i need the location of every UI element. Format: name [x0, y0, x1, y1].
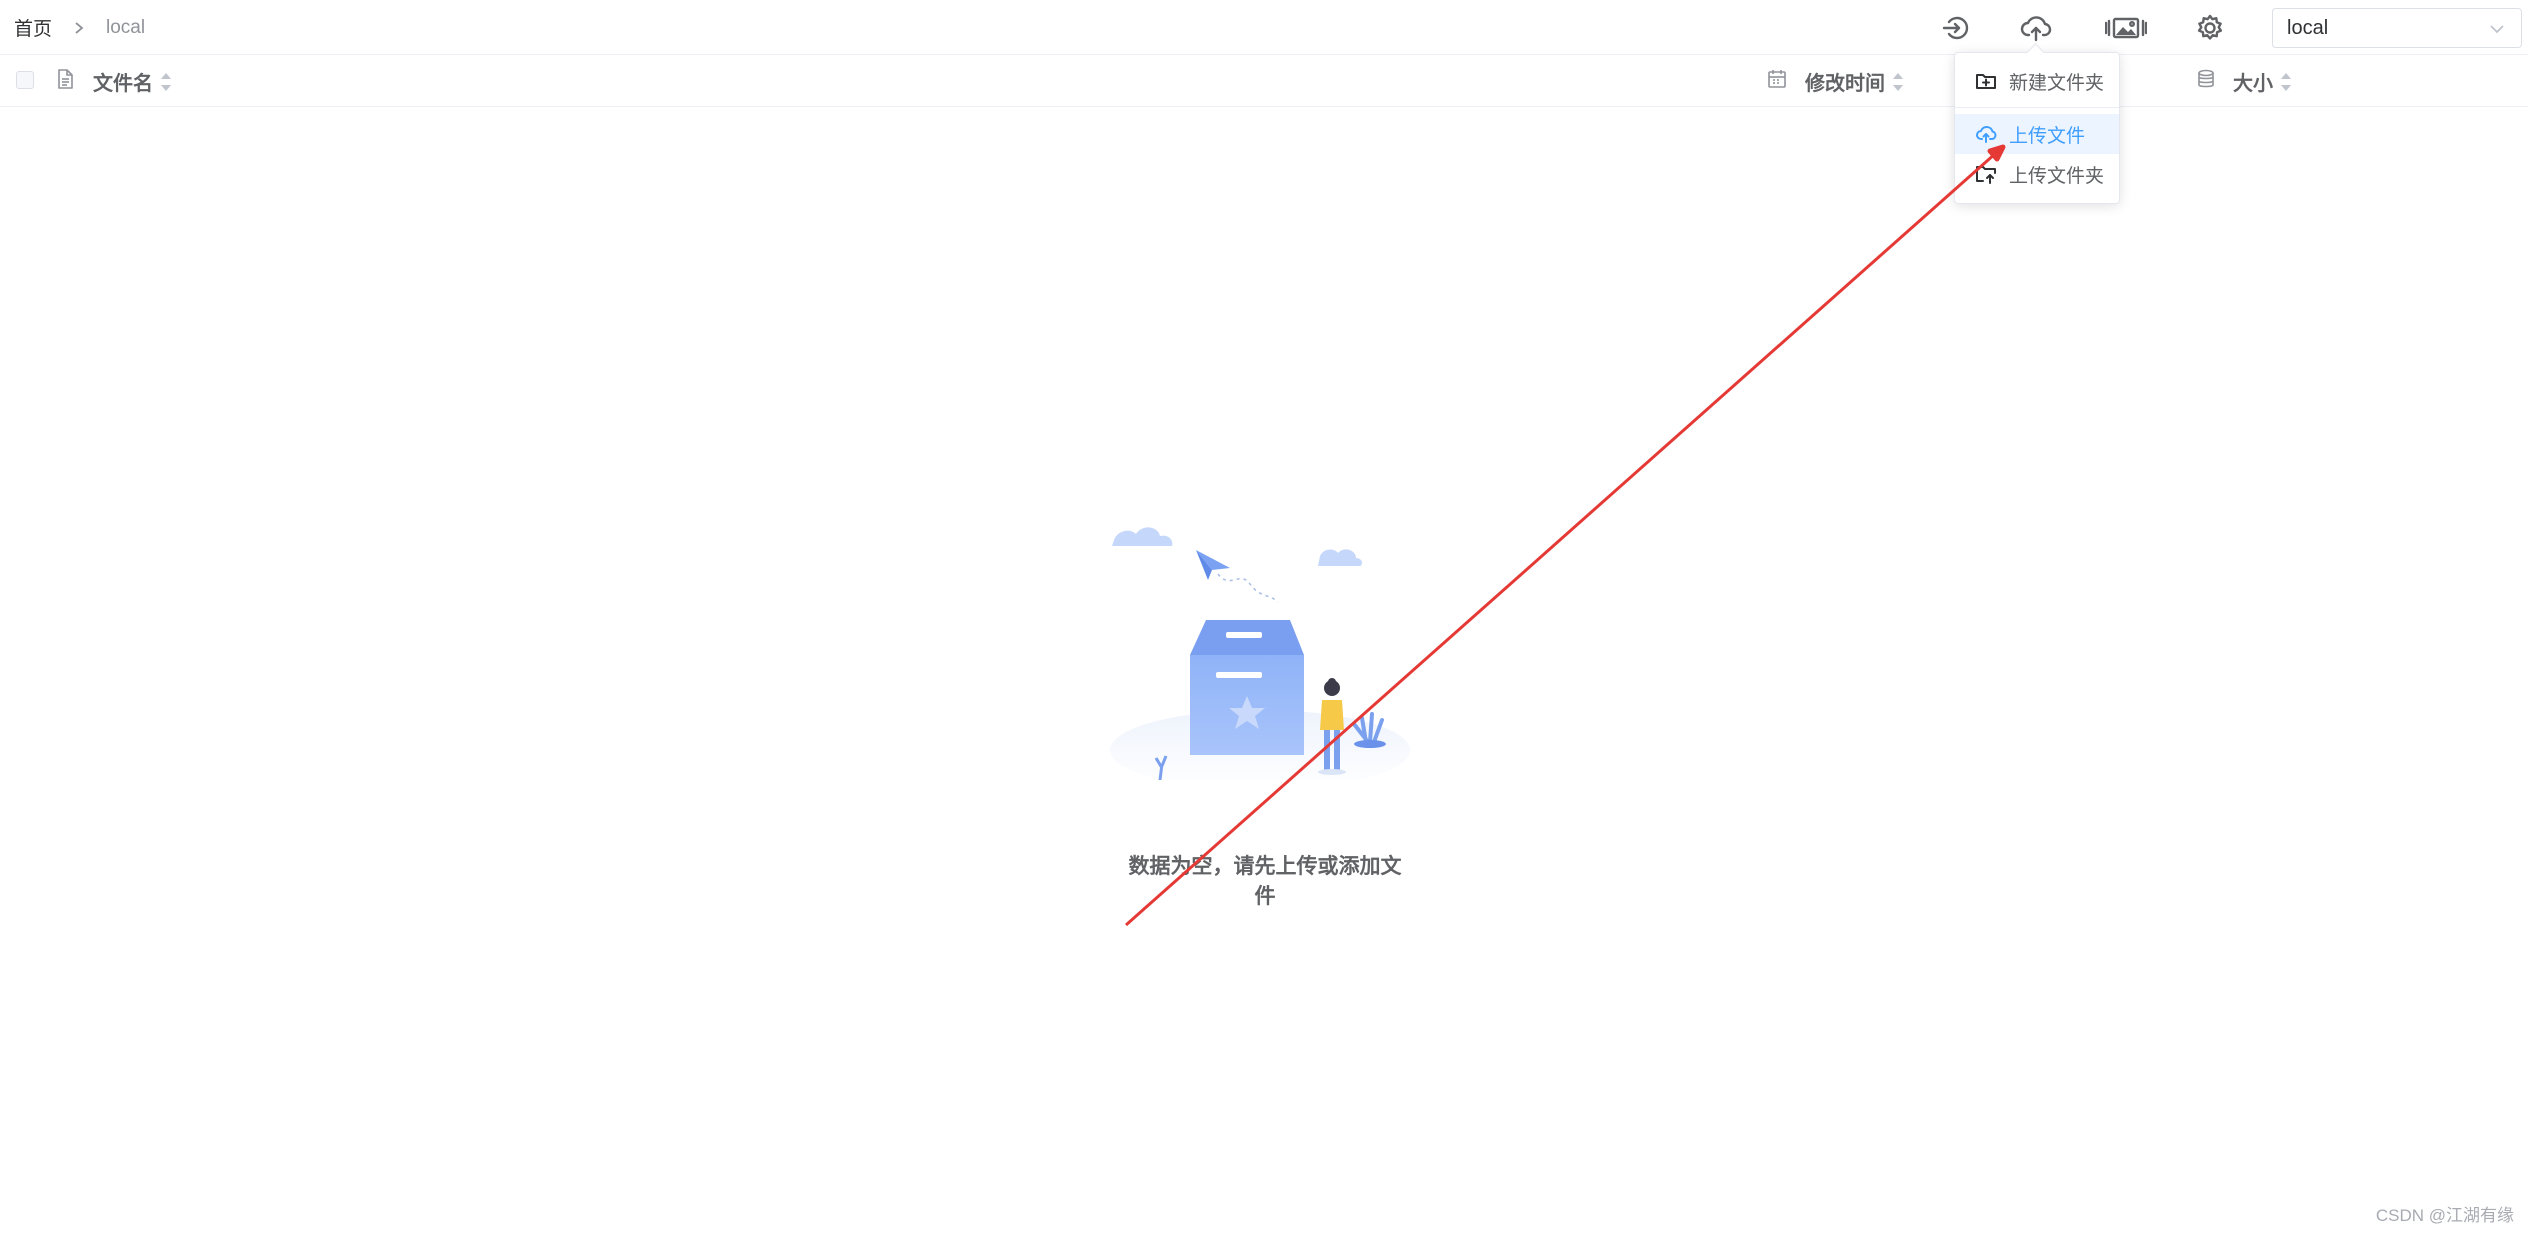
calendar-icon — [1766, 68, 1788, 90]
watermark: CSDN @江湖有缘 — [2375, 1206, 2514, 1225]
image-gallery-icon[interactable] — [2102, 8, 2150, 48]
column-modified-header[interactable]: 修改时间 — [1805, 67, 1905, 96]
chevron-right-icon — [68, 17, 90, 39]
upload-dropdown-menu: 新建文件夹 上传文件 上传文件夹 — [1954, 52, 2120, 204]
menu-item-label: 新建文件夹 — [2009, 72, 2105, 94]
folder-upload-icon — [1976, 166, 1996, 184]
sort-icon[interactable] — [1891, 71, 1905, 93]
menu-item-label: 上传文件夹 — [2009, 165, 2105, 187]
document-icon — [54, 68, 76, 90]
chevron-down-icon — [2487, 19, 2507, 39]
empty-state-message: 数据为空，请先上传或添加文件 — [1128, 855, 1402, 908]
menu-item-upload-folder[interactable]: 上传文件夹 — [1955, 154, 2119, 194]
gear-icon[interactable] — [2190, 8, 2230, 48]
storage-select-value: local — [2287, 16, 2329, 39]
breadcrumb: 首页 local — [14, 0, 145, 55]
cloud-upload-icon — [1976, 125, 1997, 143]
sort-icon[interactable] — [2279, 71, 2293, 93]
database-icon — [2195, 68, 2217, 90]
menu-divider — [1955, 107, 2119, 108]
storage-select[interactable]: local — [2272, 8, 2522, 48]
column-size-header[interactable]: 大小 — [2233, 67, 2293, 96]
column-modified-label: 修改时间 — [1805, 73, 1885, 95]
column-size-label: 大小 — [2233, 73, 2273, 95]
top-bar: 首页 local local — [0, 0, 2528, 55]
menu-item-upload-file[interactable]: 上传文件 — [1955, 114, 2119, 154]
file-table-header: 文件名 修改时间 大小 — [0, 55, 2528, 107]
column-name-header[interactable]: 文件名 — [93, 67, 173, 96]
folder-add-icon — [1976, 74, 1996, 89]
column-name-label: 文件名 — [93, 73, 153, 95]
cloud-upload-icon[interactable] — [2016, 8, 2056, 48]
breadcrumb-current: local — [106, 16, 146, 38]
select-all-checkbox[interactable] — [16, 71, 34, 89]
menu-item-new-folder[interactable]: 新建文件夹 — [1955, 61, 2119, 101]
empty-box-illustration — [1110, 527, 1410, 780]
breadcrumb-home[interactable]: 首页 — [14, 14, 52, 41]
logout-icon[interactable] — [1936, 8, 1976, 48]
sort-icon[interactable] — [159, 71, 173, 93]
menu-item-label: 上传文件 — [2009, 125, 2086, 147]
